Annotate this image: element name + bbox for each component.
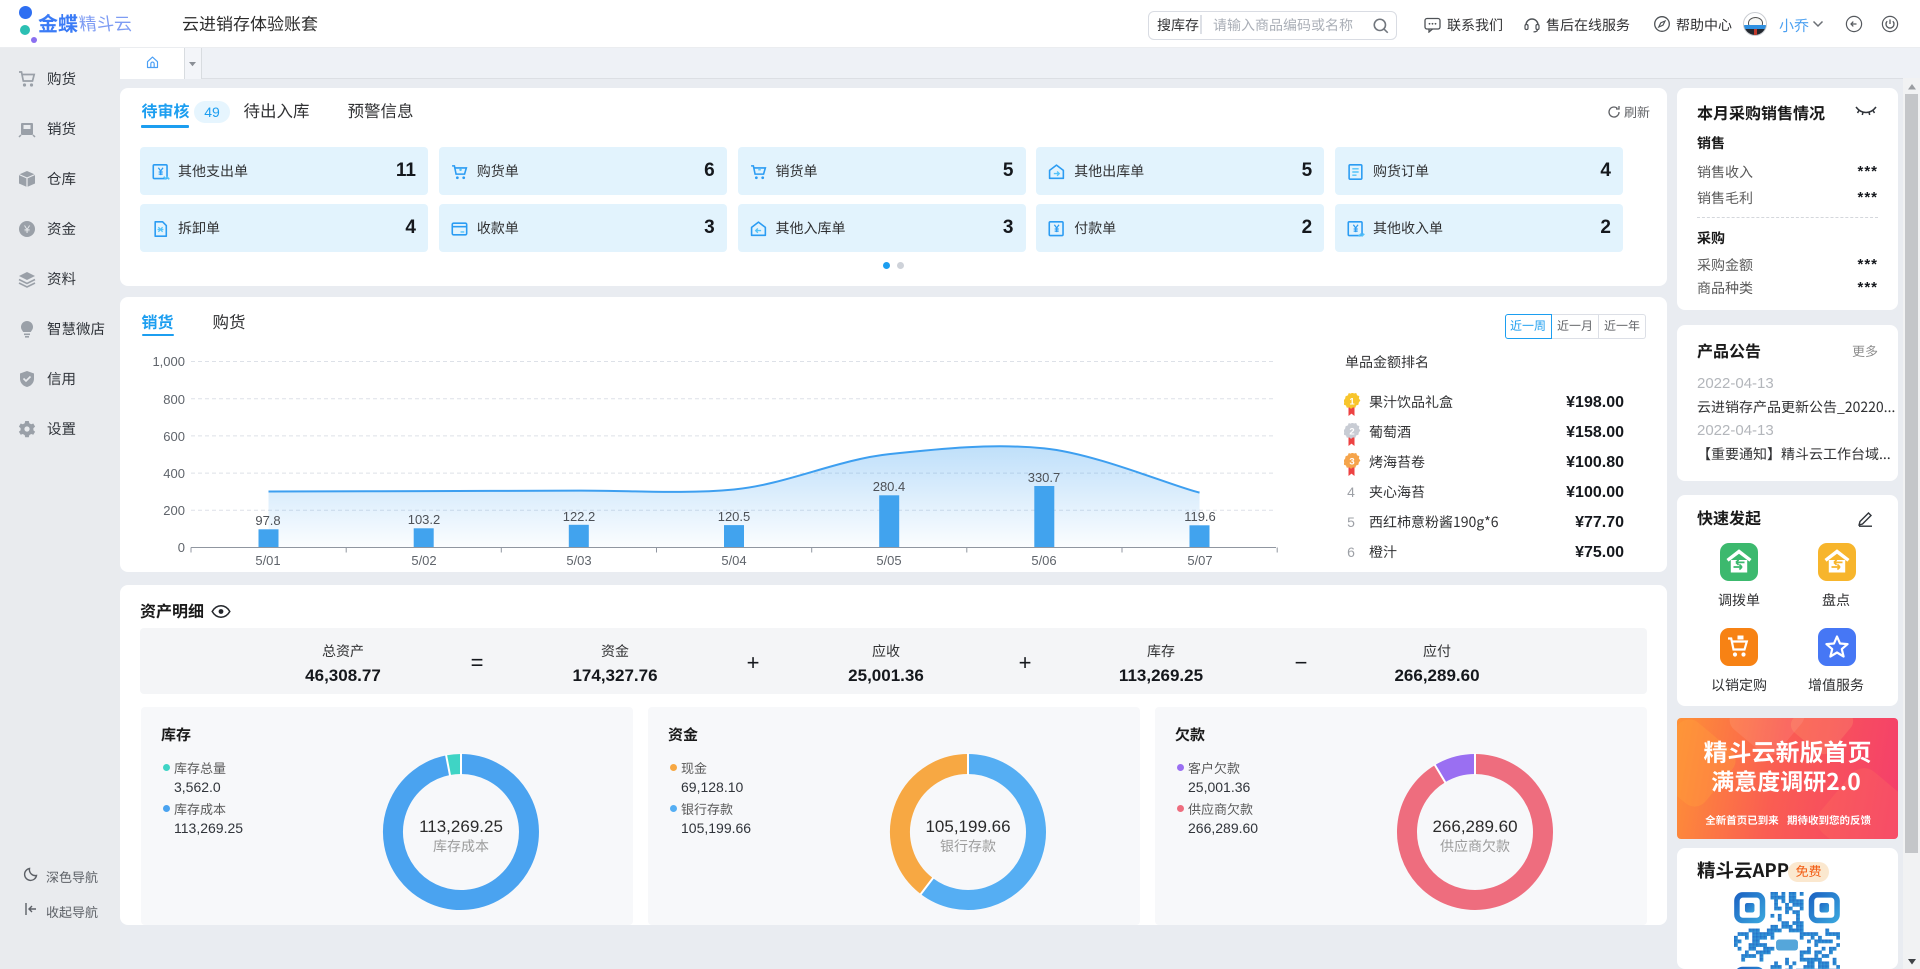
svg-text:3: 3 xyxy=(1349,457,1354,468)
svg-text:¥: ¥ xyxy=(23,224,31,236)
svg-text:1: 1 xyxy=(1349,397,1355,408)
svg-text:2: 2 xyxy=(1349,427,1354,438)
